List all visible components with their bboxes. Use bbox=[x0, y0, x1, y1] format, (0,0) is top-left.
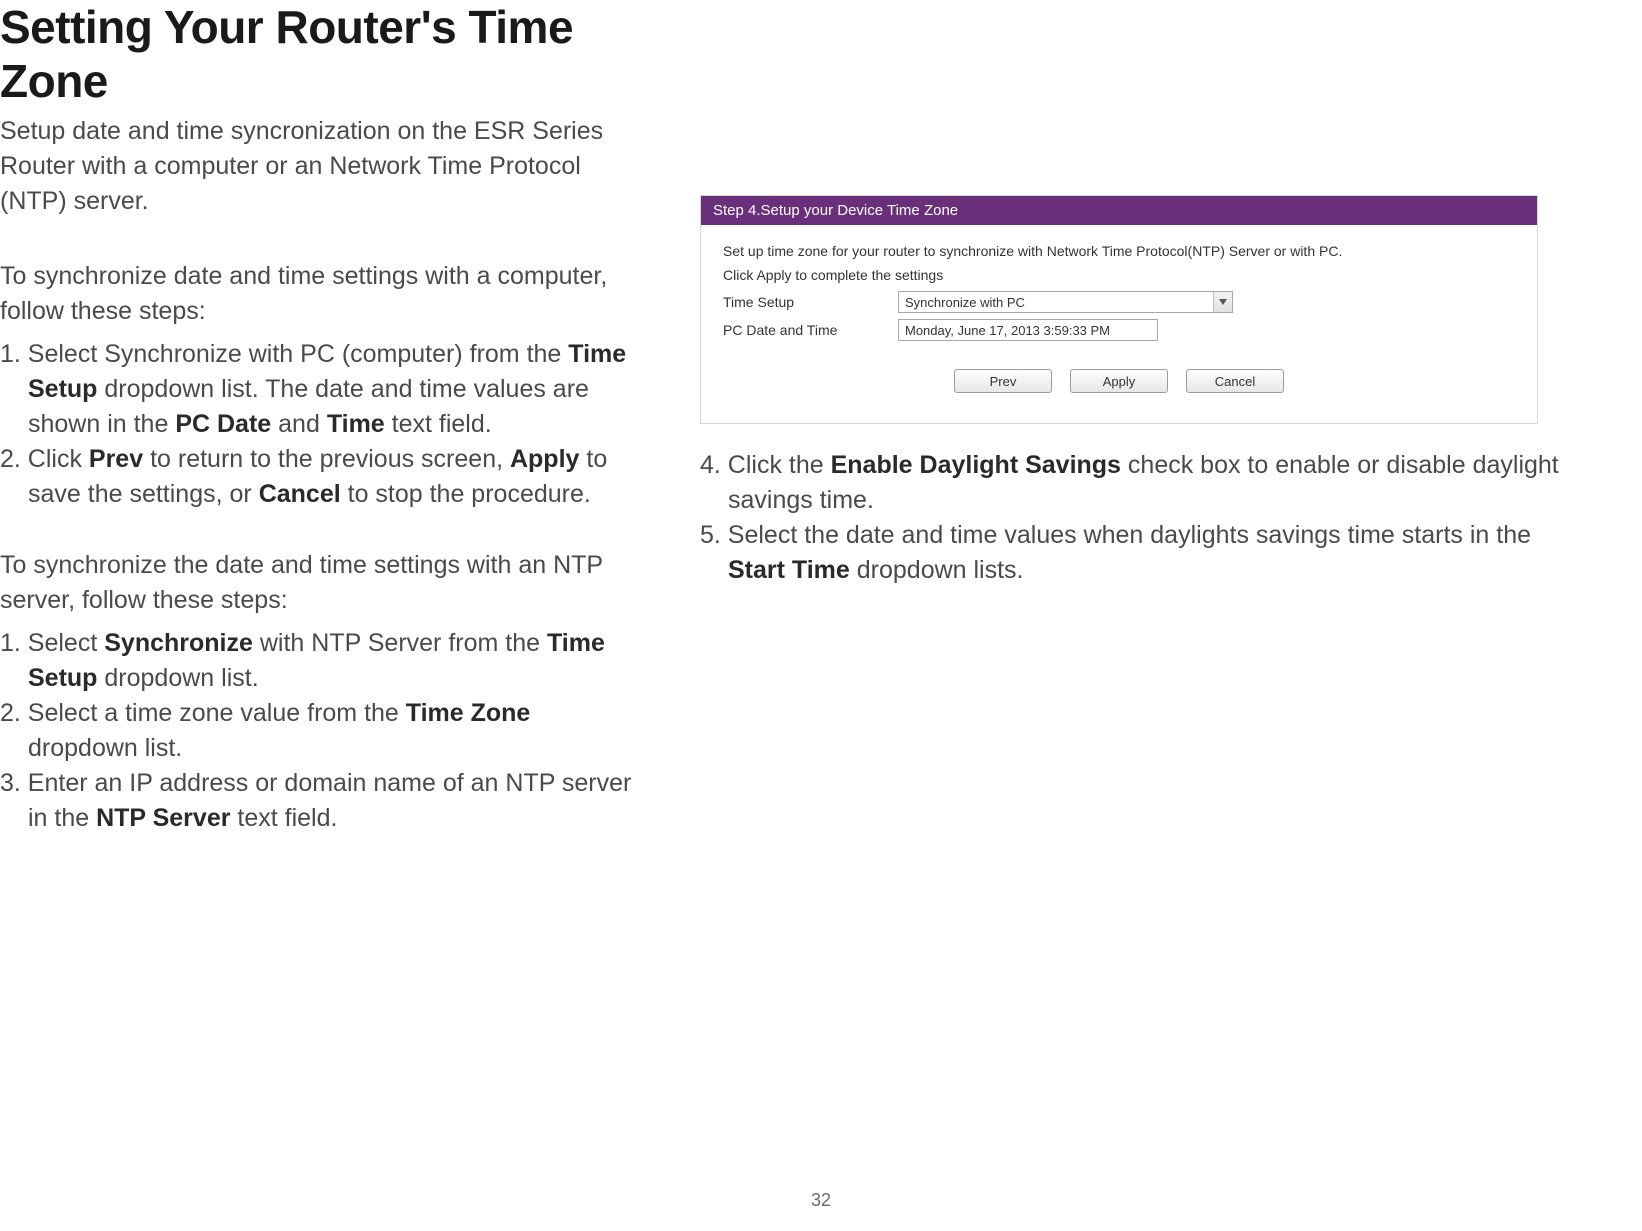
step-number: 4. bbox=[700, 451, 728, 479]
intro-text: Setup date and time syncronization on th… bbox=[0, 114, 640, 219]
cancel-button[interactable]: Cancel bbox=[1186, 369, 1284, 393]
step-text: Click the bbox=[728, 451, 831, 479]
step-text: Select a time zone value from the bbox=[28, 699, 406, 727]
step-number: 3. bbox=[0, 769, 28, 797]
term-ntp-server: NTP Server bbox=[96, 804, 230, 832]
pc-sync-steps: 1. Select Synchronize with PC (computer)… bbox=[0, 337, 640, 512]
step-number: 1. bbox=[0, 629, 28, 657]
term-time: Time bbox=[327, 410, 385, 438]
step-4: 4. Click the Enable Daylight Savings che… bbox=[700, 448, 1570, 518]
step-number: 2. bbox=[0, 699, 28, 727]
term-prev: Prev bbox=[89, 445, 143, 473]
step-number: 1. bbox=[0, 340, 28, 368]
term-apply: Apply bbox=[510, 445, 579, 473]
step-text: and bbox=[271, 410, 327, 438]
ntp-step-3: 3. Enter an IP address or domain name of… bbox=[0, 766, 640, 836]
term-enable-daylight-savings: Enable Daylight Savings bbox=[831, 451, 1121, 479]
prev-button[interactable]: Prev bbox=[954, 369, 1052, 393]
ntp-step-1: 1. Select Synchronize with NTP Server fr… bbox=[0, 626, 640, 696]
ntp-sync-steps: 1. Select Synchronize with NTP Server fr… bbox=[0, 626, 640, 836]
pc-date-time-field[interactable]: Monday, June 17, 2013 3:59:33 PM bbox=[898, 319, 1158, 341]
pc-date-time-row: PC Date and Time Monday, June 17, 2013 3… bbox=[723, 319, 1515, 341]
step-text: to return to the previous screen, bbox=[143, 445, 510, 473]
page-title: Setting Your Router's Time Zone bbox=[0, 0, 640, 108]
pc-step-1: 1. Select Synchronize with PC (computer)… bbox=[0, 337, 640, 442]
apply-button[interactable]: Apply bbox=[1070, 369, 1168, 393]
term-time-zone: Time Zone bbox=[406, 699, 531, 727]
pc-step-2: 2. Click Prev to return to the previous … bbox=[0, 442, 640, 512]
term-cancel: Cancel bbox=[259, 480, 341, 508]
step-text: dropdown list. bbox=[97, 664, 258, 692]
pc-sync-lead: To synchronize date and time settings wi… bbox=[0, 259, 640, 329]
term-pc-date: PC Date bbox=[175, 410, 271, 438]
term-start-time: Start Time bbox=[728, 556, 850, 584]
step-number: 5. bbox=[700, 521, 728, 549]
step-text: Select Synchronize with PC (computer) fr… bbox=[28, 340, 568, 368]
step-text: Select the date and time values when day… bbox=[728, 521, 1531, 549]
step-text: dropdown list. bbox=[28, 734, 182, 762]
time-setup-row: Time Setup Synchronize with PC bbox=[723, 291, 1515, 313]
step-text: to stop the procedure. bbox=[341, 480, 591, 508]
chevron-down-icon[interactable] bbox=[1213, 292, 1232, 312]
continued-steps: 4. Click the Enable Daylight Savings che… bbox=[700, 448, 1570, 588]
ntp-step-2: 2. Select a time zone value from the Tim… bbox=[0, 696, 640, 766]
step-text: text field. bbox=[385, 410, 492, 438]
page-number: 32 bbox=[0, 1190, 1642, 1211]
time-setup-select[interactable]: Synchronize with PC bbox=[898, 291, 1233, 313]
step-text: dropdown lists. bbox=[850, 556, 1024, 584]
button-row: Prev Apply Cancel bbox=[723, 347, 1515, 413]
time-setup-value[interactable]: Synchronize with PC bbox=[898, 291, 1233, 313]
step-text: text field. bbox=[230, 804, 337, 832]
panel-description-1: Set up time zone for your router to sync… bbox=[723, 243, 1515, 259]
setup-panel: Step 4.Setup your Device Time Zone Set u… bbox=[700, 195, 1538, 424]
step-text: with NTP Server from the bbox=[253, 629, 547, 657]
panel-description-2: Click Apply to complete the settings bbox=[723, 267, 1515, 283]
time-setup-label: Time Setup bbox=[723, 294, 898, 310]
pc-date-time-label: PC Date and Time bbox=[723, 322, 898, 338]
step-number: 2. bbox=[0, 445, 28, 473]
step-text: Click bbox=[28, 445, 89, 473]
step-5: 5. Select the date and time values when … bbox=[700, 518, 1570, 588]
panel-header: Step 4.Setup your Device Time Zone bbox=[701, 196, 1537, 225]
step-text: Select bbox=[28, 629, 104, 657]
term-synchronize: Synchronize bbox=[104, 629, 253, 657]
ntp-sync-lead: To synchronize the date and time setting… bbox=[0, 548, 640, 618]
